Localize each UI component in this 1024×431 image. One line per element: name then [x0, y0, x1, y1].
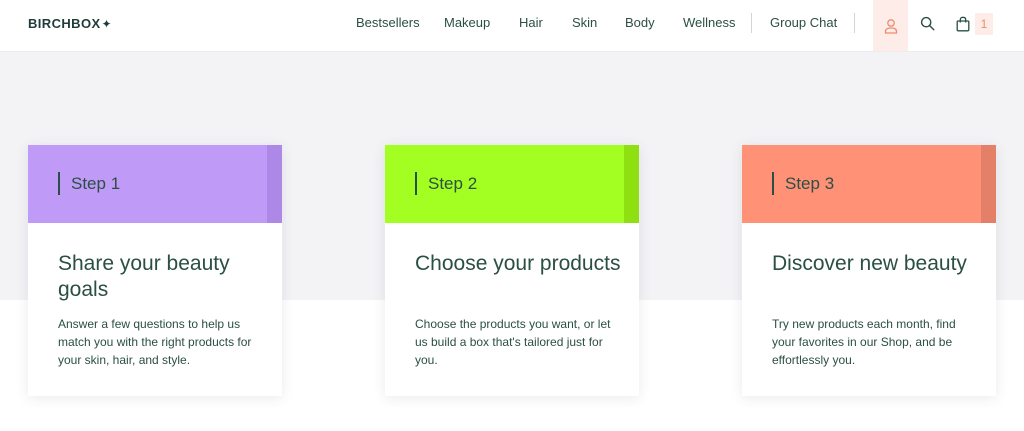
user-icon — [884, 18, 897, 34]
nav-divider — [751, 13, 752, 33]
nav-item-makeup[interactable]: Makeup — [444, 15, 490, 30]
birchbox-logo[interactable]: BIRCHBOX✦ — [28, 16, 112, 31]
nav-item-wellness[interactable]: Wellness — [683, 15, 736, 30]
step-title: Discover new beauty — [772, 252, 967, 275]
step-label: Step 1 — [71, 174, 121, 193]
step-card-accent-strip — [624, 145, 639, 223]
step-title: Choose your products — [415, 252, 621, 275]
step-description: Choose the products you want, or let us … — [415, 317, 611, 367]
step-card-header: Step 3 — [742, 145, 996, 223]
search-icon — [920, 16, 935, 31]
step-label: Step 3 — [785, 174, 835, 193]
step-description: Try new products each month, find your f… — [772, 317, 956, 367]
nav-item-body[interactable]: Body — [625, 15, 655, 30]
step-label-bar — [415, 172, 417, 195]
step-card-2: Step 2 Choose your products Choose the p… — [385, 145, 639, 396]
nav-item-skin[interactable]: Skin — [572, 15, 597, 30]
cart-button[interactable] — [955, 15, 971, 32]
nav-item-bestsellers[interactable]: Bestsellers — [356, 15, 420, 30]
cart-count-badge[interactable]: 1 — [975, 13, 993, 35]
logo-mark-icon: ✦ — [101, 17, 113, 31]
step-card-1: Step 1 Share your beauty goals Answer a … — [28, 145, 282, 396]
step-card-accent-strip — [267, 145, 282, 223]
nav-item-hair[interactable]: Hair — [519, 15, 543, 30]
step-card-accent-strip — [981, 145, 996, 223]
nav-divider — [854, 13, 855, 33]
step-label-bar — [58, 172, 60, 195]
logo-text: BIRCHBOX — [28, 16, 101, 31]
step-description: Answer a few questions to help us match … — [58, 317, 252, 367]
step-card-3: Step 3 Discover new beauty Try new produ… — [742, 145, 996, 396]
step-label-bar — [772, 172, 774, 195]
nav-item-group-chat[interactable]: Group Chat — [770, 15, 837, 30]
shopping-bag-icon — [956, 16, 970, 31]
search-button[interactable] — [919, 15, 935, 31]
account-button[interactable] — [873, 0, 908, 51]
step-title: Share your beauty goals — [58, 252, 230, 301]
site-header: BIRCHBOX✦ Bestsellers Makeup Hair Skin B… — [0, 0, 1024, 52]
step-card-header: Step 1 — [28, 145, 282, 223]
step-card-header: Step 2 — [385, 145, 639, 223]
step-label: Step 2 — [428, 174, 478, 193]
